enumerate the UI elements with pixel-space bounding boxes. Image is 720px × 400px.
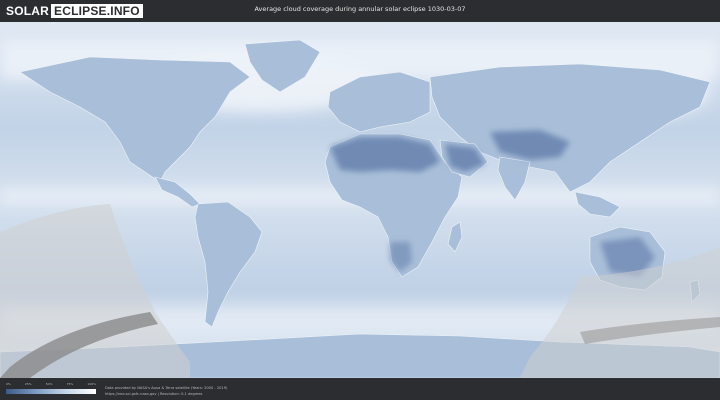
legend-tick: 50% [45, 382, 53, 386]
legend-tick: 25% [24, 382, 32, 386]
legend-tick: 0% [6, 382, 11, 386]
cloud-coverage-legend: 0% 25% 50% 75% 100% [6, 382, 96, 396]
data-credits: Data provided by NASA's Aqua & Terra sat… [105, 385, 227, 397]
site-logo[interactable]: SOLAR ECLIPSE.INFO [6, 3, 143, 18]
legend-ticks: 0% 25% 50% 75% 100% [6, 382, 96, 386]
credits-line-2[interactable]: https://neo.sci.gsfc.nasa.gov | Resoluti… [105, 391, 227, 397]
footer-bar: 0% 25% 50% 75% 100% Data provided by NAS… [0, 378, 720, 400]
cloud-coverage-map [0, 22, 720, 378]
logo-eclipse-text: ECLIPSE.INFO [51, 3, 143, 18]
legend-tick: 100% [87, 382, 96, 386]
legend-tick: 75% [66, 382, 74, 386]
header-bar: SOLAR ECLIPSE.INFO Average cloud coverag… [0, 0, 720, 22]
legend-gradient-bar [6, 389, 96, 394]
logo-solar-text: SOLAR [6, 3, 49, 18]
page-title: Average cloud coverage during annular so… [254, 5, 466, 13]
